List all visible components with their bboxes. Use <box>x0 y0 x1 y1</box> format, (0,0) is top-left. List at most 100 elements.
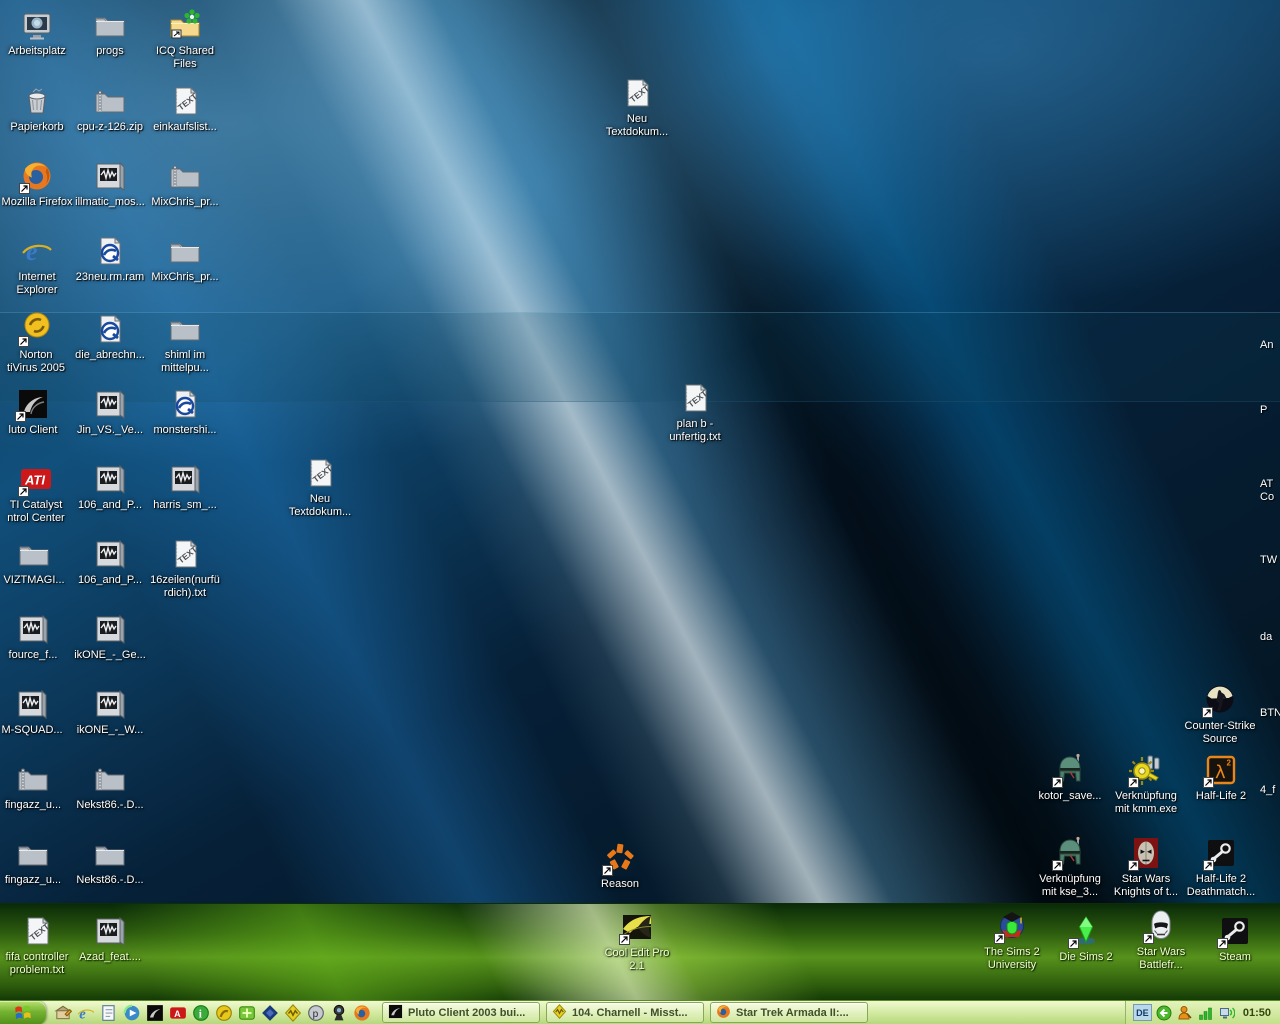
system-tray: DE 01:50 <box>1125 1001 1280 1024</box>
quick-launch-pluto-icon[interactable] <box>145 1003 165 1023</box>
desktop-icon-label: Nekst86.-.D... <box>76 799 143 812</box>
quick-launch-messenger-icon[interactable]: p <box>306 1003 326 1023</box>
task-button-icon <box>552 1004 567 1022</box>
zip-folder-icon <box>16 762 50 796</box>
desktop-icon-ikone-w[interactable]: ikONE_-_W... <box>64 687 156 737</box>
text-file-icon: TEXT <box>168 537 202 571</box>
desktop-icon-half-life-2[interactable]: λ2Half-Life 2 <box>1175 753 1267 803</box>
tray-msn-contact-icon[interactable] <box>1177 1004 1194 1021</box>
quick-launch-show-desktop-icon[interactable] <box>53 1003 73 1023</box>
desktop-icon-mixchris-zip[interactable]: MixChris_pr... <box>139 159 231 209</box>
desktop-icon-label: Neu Textdokum... <box>606 113 668 139</box>
quick-launch-navy-app-icon[interactable] <box>260 1003 280 1023</box>
desktop-icon-label: 106_and_P... <box>78 499 142 512</box>
desktop-icon-icq-shared-files[interactable]: ICQ Shared Files <box>139 8 231 71</box>
desktop-icon-azad-feat[interactable]: Azad_feat.... <box>64 914 156 964</box>
quick-launch-green-tool-icon[interactable] <box>237 1003 257 1023</box>
task-button[interactable]: Pluto Client 2003 bui... <box>382 1002 540 1023</box>
desktop-icon-shiml-im-mittelpu[interactable]: shiml im mittelpu... <box>139 312 231 375</box>
task-button-label: 104. Charnell - Misst... <box>572 1007 688 1019</box>
real-media-icon <box>93 312 127 346</box>
cs-source-icon <box>1203 683 1237 717</box>
hl2-icon: λ2 <box>1204 753 1238 787</box>
sith-mask-icon <box>1129 836 1163 870</box>
shortcut-arrow-icon <box>1128 777 1139 788</box>
quick-launch-notes-icon[interactable] <box>99 1003 119 1023</box>
desktop-icon-label: Verknüpfung mit kmm.exe <box>1115 790 1177 816</box>
desktop-icon-reason[interactable]: Reason <box>574 841 666 891</box>
edge-clipped-icon-label: AT Co <box>1260 478 1280 504</box>
desktop-icon-label: fource_f... <box>9 649 58 662</box>
desktop-icon-16zeilen-txt[interactable]: TEXT 16zeilen(nurfü rdich).txt <box>139 537 231 600</box>
zip-folder-icon <box>93 762 127 796</box>
desktop-icon-mixchris-folder[interactable]: MixChris_pr... <box>139 234 231 284</box>
desktop-icon-plan-b-unfertig[interactable]: TEXTplan b - unfertig.txt <box>649 381 741 444</box>
quick-launch-kazaa-icon[interactable] <box>214 1003 234 1023</box>
quick-launch-internet-explorer-icon[interactable]: e <box>76 1003 96 1023</box>
desktop-icon-label: Azad_feat.... <box>79 951 141 964</box>
task-button[interactable]: Star Trek Armada II:... <box>710 1002 868 1023</box>
quick-launch-webcam-icon[interactable] <box>329 1003 349 1023</box>
desktop-icon-ikone-ge[interactable]: ikONE_-_Ge... <box>64 612 156 662</box>
desktop-icon-label: luto Client <box>9 424 58 437</box>
desktop-icon-label: VIZTMAGI... <box>3 574 64 587</box>
tray-green-arrow-icon[interactable] <box>1156 1004 1173 1021</box>
start-button[interactable] <box>0 1001 46 1024</box>
language-indicator[interactable]: DE <box>1133 1004 1152 1021</box>
desktop-icon-label: MixChris_pr... <box>151 271 218 284</box>
quick-launch-info-icon[interactable]: i <box>191 1003 211 1023</box>
desktop-icon-label: illmatic_mos... <box>75 196 145 209</box>
task-button[interactable]: 104. Charnell - Misst... <box>546 1002 704 1023</box>
desktop-icon-neu-textdokument-2[interactable]: TEXTNeu Textdokum... <box>274 456 366 519</box>
clock[interactable]: 01:50 <box>1243 1007 1271 1019</box>
media-file-icon <box>93 687 127 721</box>
desktop-icon-label: shiml im mittelpu... <box>161 349 209 375</box>
real-media-icon <box>93 234 127 268</box>
shortcut-arrow-icon <box>1203 860 1214 871</box>
tray-network-sound-icon[interactable] <box>1219 1004 1236 1021</box>
edge-clipped-icon-label: TW <box>1260 554 1280 567</box>
folder-icon <box>93 837 127 871</box>
desktop-icon-counter-strike-source[interactable]: Counter-Strike Source <box>1174 683 1266 746</box>
shortcut-arrow-icon <box>1217 938 1228 949</box>
norton-icon <box>19 312 53 346</box>
desktop-icon-neu-textdokument-1[interactable]: TEXTNeu Textdokum... <box>591 76 683 139</box>
media-file-icon <box>93 387 127 421</box>
quick-launch-media-player-icon[interactable] <box>122 1003 142 1023</box>
tray-signal-bars-icon[interactable] <box>1198 1004 1215 1021</box>
desktop-icon-steam[interactable]: Steam <box>1189 914 1280 964</box>
desktop-icon-label: 16zeilen(nurfü rdich).txt <box>150 574 220 600</box>
desktop-icon-label: TI Catalyst ntrol Center <box>7 499 64 525</box>
desktop-icon-nekst86-zip[interactable]: Nekst86.-.D... <box>64 762 156 812</box>
shortcut-arrow-icon <box>1068 938 1079 949</box>
pluto-icon <box>16 387 50 421</box>
desktop-icon-label: fifa controller problem.txt <box>6 951 69 977</box>
quick-launch-ati-icon[interactable]: A <box>168 1003 188 1023</box>
boba-fett-icon <box>1053 836 1087 870</box>
quick-launch-bar: e Ai p <box>46 1003 379 1023</box>
desktop-icon-nekst86-folder[interactable]: Nekst86.-.D... <box>64 837 156 887</box>
desktop-icon-einkaufsliste[interactable]: TEXTeinkaufslist... <box>139 84 231 134</box>
svg-text:2: 2 <box>1227 759 1232 768</box>
stormtrooper-icon <box>1144 909 1178 943</box>
desktop-icon-label: ikONE_-_W... <box>77 724 144 737</box>
desktop: ArbeitsplatzprogsICQ Shared FilesPapierk… <box>0 0 1280 1024</box>
task-buttons: Pluto Client 2003 bui... 104. Charnell - … <box>379 1002 871 1023</box>
quick-launch-winamp-icon[interactable] <box>283 1003 303 1023</box>
desktop-icon-label: Norton tiVirus 2005 <box>7 349 65 375</box>
edge-clipped-icon-label: 4_f <box>1260 784 1280 797</box>
sims-university-icon <box>995 909 1029 943</box>
tray-icons <box>1156 1004 1236 1021</box>
desktop-icon-half-life-2-deathmatch[interactable]: Half-Life 2 Deathmatch... <box>1175 836 1267 899</box>
desktop-icon-harris-sm[interactable]: harris_sm_... <box>139 462 231 512</box>
zip-folder-icon <box>168 159 202 193</box>
shortcut-arrow-icon <box>18 336 29 347</box>
desktop-icon-cool-edit-pro[interactable]: Cool Edit Pro 2.1 <box>591 910 683 973</box>
media-file-icon <box>15 687 49 721</box>
desktop-icon-monstershi[interactable]: monstershi... <box>139 387 231 437</box>
shortcut-arrow-icon <box>1052 860 1063 871</box>
desktop-icon-label: Nekst86.-.D... <box>76 874 143 887</box>
desktop-icon-label: fingazz_u... <box>5 799 61 812</box>
folder-icon <box>93 8 127 42</box>
quick-launch-firefox-icon[interactable] <box>352 1003 372 1023</box>
